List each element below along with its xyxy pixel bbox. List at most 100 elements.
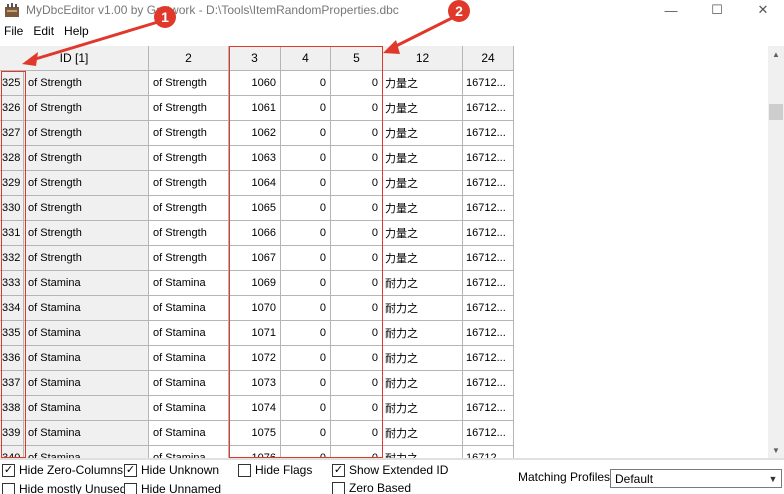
row-name-cell[interactable]: of Strength (24, 171, 149, 196)
cell-col-24[interactable]: 16712... (463, 446, 514, 458)
hide-zero-columns-label: Hide Zero-Columns (19, 463, 124, 477)
show-extended-id-checkbox[interactable]: ✓ (332, 463, 345, 477)
cell-col-12[interactable]: 耐力之 (383, 346, 463, 371)
scroll-down-icon[interactable]: ▼ (768, 442, 784, 458)
cell-col-2[interactable]: of Stamina (149, 296, 229, 321)
row-name-cell[interactable]: of Strength (24, 221, 149, 246)
hide-mostly-unused-option[interactable]: Hide mostly Unused (2, 482, 126, 494)
row-name-cell[interactable]: of Strength (24, 196, 149, 221)
row-name-cell[interactable]: of Stamina (24, 446, 149, 458)
row-name-cell[interactable]: of Stamina (24, 296, 149, 321)
cell-col-2[interactable]: of Strength (149, 146, 229, 171)
row-name-cell[interactable]: of Stamina (24, 371, 149, 396)
cell-col-24[interactable]: 16712... (463, 246, 514, 271)
hide-mostly-unused-label: Hide mostly Unused (19, 482, 127, 494)
row-name-cell[interactable]: of Stamina (24, 421, 149, 446)
hide-unnamed-checkbox[interactable] (124, 482, 137, 494)
annotation-badge-2: 2 (448, 0, 470, 22)
row-name-cell[interactable]: of Stamina (24, 396, 149, 421)
cell-col-2[interactable]: of Stamina (149, 271, 229, 296)
cell-col-2[interactable]: of Stamina (149, 396, 229, 421)
column-header-24[interactable]: 24 (463, 46, 514, 71)
cell-col-2[interactable]: of Stamina (149, 446, 229, 458)
cell-col-2[interactable]: of Strength (149, 171, 229, 196)
row-name-cell[interactable]: of Strength (24, 246, 149, 271)
cell-col-12[interactable]: 耐力之 (383, 321, 463, 346)
cell-col-24[interactable]: 16712... (463, 321, 514, 346)
menu-edit[interactable]: Edit (29, 22, 60, 42)
hide-zero-columns-option[interactable]: ✓ Hide Zero-Columns (2, 463, 123, 477)
menu-file[interactable]: File (0, 22, 29, 42)
row-name-cell[interactable]: of Strength (24, 71, 149, 96)
cell-col-24[interactable]: 16712... (463, 96, 514, 121)
cell-col-12[interactable]: 力量之 (383, 246, 463, 271)
cell-col-24[interactable]: 16712... (463, 221, 514, 246)
cell-col-2[interactable]: of Strength (149, 221, 229, 246)
hide-unnamed-option[interactable]: Hide Unnamed (124, 482, 221, 494)
cell-col-12[interactable]: 耐力之 (383, 271, 463, 296)
cell-col-12[interactable]: 力量之 (383, 196, 463, 221)
hide-mostly-unused-checkbox[interactable] (2, 482, 15, 494)
vertical-scrollbar[interactable]: ▲ ▼ (768, 46, 784, 458)
row-name-cell[interactable]: of Strength (24, 146, 149, 171)
row-name-cell[interactable]: of Stamina (24, 346, 149, 371)
maximize-button[interactable]: ☐ (694, 0, 740, 20)
grid-bottom-divider (0, 458, 784, 460)
minimize-button[interactable]: — (648, 0, 694, 20)
close-button[interactable]: ✕ (740, 0, 784, 20)
cell-col-2[interactable]: of Strength (149, 196, 229, 221)
hide-unknown-option[interactable]: ✓ Hide Unknown (124, 463, 219, 477)
hide-flags-checkbox[interactable] (238, 463, 251, 477)
scroll-up-icon[interactable]: ▲ (768, 46, 784, 62)
cell-col-12[interactable]: 耐力之 (383, 446, 463, 458)
cell-col-12[interactable]: 力量之 (383, 146, 463, 171)
cell-col-12[interactable]: 耐力之 (383, 396, 463, 421)
row-name-cell[interactable]: of Stamina (24, 271, 149, 296)
cell-col-12[interactable]: 力量之 (383, 171, 463, 196)
cell-col-24[interactable]: 16712... (463, 371, 514, 396)
cell-col-2[interactable]: of Strength (149, 71, 229, 96)
cell-col-12[interactable]: 力量之 (383, 221, 463, 246)
cell-col-2[interactable]: of Stamina (149, 421, 229, 446)
cell-col-2[interactable]: of Stamina (149, 346, 229, 371)
cell-col-12[interactable]: 耐力之 (383, 421, 463, 446)
cell-col-2[interactable]: of Strength (149, 246, 229, 271)
show-extended-id-option[interactable]: ✓ Show Extended ID (332, 463, 448, 477)
row-name-cell[interactable]: of Strength (24, 96, 149, 121)
cell-col-12[interactable]: 耐力之 (383, 371, 463, 396)
cell-col-2[interactable]: of Stamina (149, 371, 229, 396)
column-header-2[interactable]: 2 (149, 46, 229, 71)
cell-col-2[interactable]: of Strength (149, 121, 229, 146)
cell-col-12[interactable]: 力量之 (383, 121, 463, 146)
cell-col-24[interactable]: 16712... (463, 171, 514, 196)
cell-col-12[interactable]: 力量之 (383, 71, 463, 96)
cell-col-12[interactable]: 力量之 (383, 96, 463, 121)
cell-col-24[interactable]: 16712... (463, 196, 514, 221)
cell-col-24[interactable]: 16712... (463, 146, 514, 171)
hide-flags-option[interactable]: Hide Flags (238, 463, 312, 477)
cell-col-24[interactable]: 16712... (463, 346, 514, 371)
cell-col-12[interactable]: 耐力之 (383, 296, 463, 321)
cell-col-2[interactable]: of Strength (149, 96, 229, 121)
scrollbar-thumb[interactable] (769, 104, 783, 120)
cell-col-24[interactable]: 16712... (463, 421, 514, 446)
cell-col-24[interactable]: 16712... (463, 121, 514, 146)
hide-zero-columns-checkbox[interactable]: ✓ (2, 463, 15, 477)
menu-bar: File Edit Help (0, 22, 95, 42)
cell-col-24[interactable]: 16712... (463, 296, 514, 321)
column-header-id[interactable]: ID [1] (0, 46, 149, 71)
data-grid[interactable]: ID [1] 2 3 4 5 12 24 325 of Strength of St… (0, 46, 768, 458)
zero-based-checkbox[interactable] (332, 481, 345, 494)
zero-based-option[interactable]: Zero Based (332, 481, 411, 494)
cell-col-2[interactable]: of Stamina (149, 321, 229, 346)
cell-col-24[interactable]: 16712... (463, 271, 514, 296)
cell-col-24[interactable]: 16712... (463, 396, 514, 421)
hide-unknown-checkbox[interactable]: ✓ (124, 463, 137, 477)
cell-col-24[interactable]: 16712... (463, 71, 514, 96)
chevron-down-icon[interactable]: ▼ (765, 470, 781, 487)
column-header-12[interactable]: 12 (383, 46, 463, 71)
menu-help[interactable]: Help (60, 22, 95, 42)
matching-profiles-select[interactable]: Default ▼ (610, 469, 782, 488)
row-name-cell[interactable]: of Strength (24, 121, 149, 146)
row-name-cell[interactable]: of Stamina (24, 321, 149, 346)
